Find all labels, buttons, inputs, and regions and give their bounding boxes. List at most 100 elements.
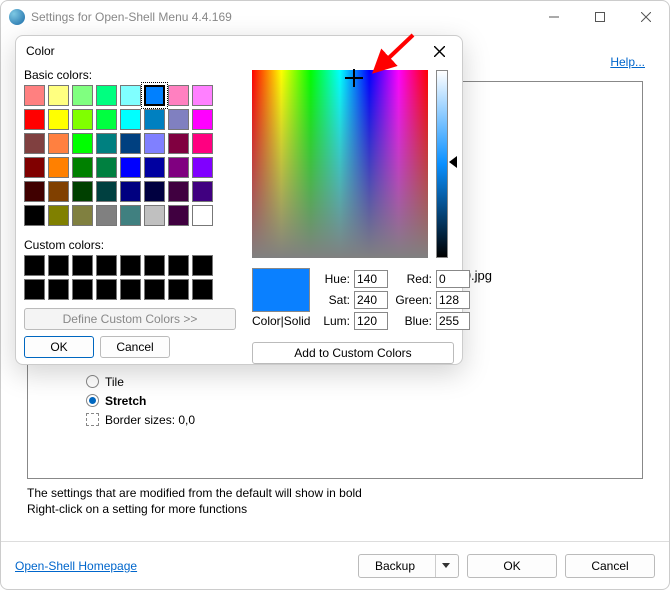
radio-tile[interactable]: Tile (86, 372, 195, 391)
dialog-close-button[interactable] (426, 38, 452, 64)
color-swatch[interactable] (48, 205, 69, 226)
color-dialog: Color Basic colors: Custom colors: Defin… (15, 35, 463, 365)
color-swatch[interactable] (72, 109, 93, 130)
color-swatch[interactable] (120, 205, 141, 226)
custom-swatch[interactable] (192, 255, 213, 276)
radio-icon (86, 375, 99, 388)
color-swatch[interactable] (144, 109, 165, 130)
luminance-slider[interactable] (436, 70, 448, 258)
custom-swatch[interactable] (24, 255, 45, 276)
radio-label: Stretch (105, 394, 146, 408)
color-swatch[interactable] (144, 133, 165, 154)
backup-button[interactable]: Backup (358, 554, 459, 578)
color-swatch[interactable] (120, 157, 141, 178)
border-label: Border sizes: 0,0 (105, 413, 195, 427)
color-swatch[interactable] (48, 85, 69, 106)
color-values: Hue: Red: Sat: Green: Lum: Blue: (318, 270, 470, 330)
radio-stretch[interactable]: Stretch (86, 391, 195, 410)
color-swatch[interactable] (24, 205, 45, 226)
homepage-link[interactable]: Open-Shell Homepage (15, 559, 350, 573)
custom-swatch[interactable] (48, 255, 69, 276)
footer-note: The settings that are modified from the … (27, 485, 643, 517)
add-to-custom-button[interactable]: Add to Custom Colors (252, 342, 454, 364)
color-swatch[interactable] (168, 109, 189, 130)
maximize-button[interactable] (577, 1, 623, 33)
help-link[interactable]: Help... (610, 55, 645, 69)
color-swatch[interactable] (72, 157, 93, 178)
color-swatch[interactable] (96, 181, 117, 202)
define-custom-button[interactable]: Define Custom Colors >> (24, 308, 236, 330)
color-swatch[interactable] (120, 181, 141, 202)
color-swatch[interactable] (48, 181, 69, 202)
color-swatch[interactable] (120, 109, 141, 130)
hue-field[interactable] (354, 270, 388, 288)
color-swatch[interactable] (72, 205, 93, 226)
color-swatch[interactable] (96, 205, 117, 226)
basic-colors-grid (24, 85, 216, 226)
color-swatch[interactable] (144, 205, 165, 226)
color-swatch[interactable] (96, 85, 117, 106)
green-field[interactable] (436, 291, 470, 309)
color-swatch[interactable] (96, 109, 117, 130)
color-swatch[interactable] (144, 181, 165, 202)
radio-label: Tile (105, 375, 124, 389)
color-swatch[interactable] (192, 181, 213, 202)
color-swatch[interactable] (24, 157, 45, 178)
color-swatch[interactable] (72, 85, 93, 106)
custom-swatch[interactable] (48, 279, 69, 300)
color-swatch[interactable] (192, 85, 213, 106)
custom-swatch[interactable] (120, 279, 141, 300)
color-preview-box (252, 268, 310, 312)
color-swatch[interactable] (96, 133, 117, 154)
custom-swatch[interactable] (168, 279, 189, 300)
blue-field[interactable] (436, 312, 470, 330)
close-button[interactable] (623, 1, 669, 33)
color-swatch[interactable] (24, 109, 45, 130)
custom-swatch[interactable] (72, 255, 93, 276)
color-swatch[interactable] (144, 157, 165, 178)
sat-field[interactable] (354, 291, 388, 309)
color-swatch[interactable] (24, 133, 45, 154)
cancel-button[interactable]: Cancel (565, 554, 655, 578)
color-swatch[interactable] (48, 109, 69, 130)
dialog-ok-button[interactable]: OK (24, 336, 94, 358)
color-swatch[interactable] (168, 181, 189, 202)
color-swatch[interactable] (72, 133, 93, 154)
dialog-title: Color (26, 44, 426, 58)
custom-swatch[interactable] (144, 255, 165, 276)
color-swatch[interactable] (48, 133, 69, 154)
color-swatch[interactable] (192, 157, 213, 178)
color-swatch[interactable] (192, 133, 213, 154)
color-swatch[interactable] (192, 109, 213, 130)
color-swatch[interactable] (168, 205, 189, 226)
color-swatch[interactable] (48, 157, 69, 178)
red-field[interactable] (436, 270, 470, 288)
color-swatch[interactable] (24, 85, 45, 106)
custom-swatch[interactable] (72, 279, 93, 300)
color-swatch[interactable] (120, 133, 141, 154)
custom-swatch[interactable] (144, 279, 165, 300)
custom-swatch[interactable] (96, 279, 117, 300)
dialog-cancel-button[interactable]: Cancel (100, 336, 170, 358)
color-swatch[interactable] (168, 157, 189, 178)
color-swatch[interactable] (144, 85, 165, 106)
custom-swatch[interactable] (168, 255, 189, 276)
color-swatch[interactable] (72, 181, 93, 202)
color-swatch[interactable] (168, 133, 189, 154)
spectrum-picker[interactable] (252, 70, 428, 258)
custom-swatch[interactable] (24, 279, 45, 300)
custom-swatch[interactable] (96, 255, 117, 276)
custom-swatch[interactable] (120, 255, 141, 276)
color-swatch[interactable] (168, 85, 189, 106)
custom-colors-grid (24, 255, 216, 300)
border-icon (86, 413, 99, 426)
color-swatch[interactable] (24, 181, 45, 202)
ok-button[interactable]: OK (467, 554, 557, 578)
minimize-button[interactable] (531, 1, 577, 33)
border-sizes-row[interactable]: Border sizes: 0,0 (86, 410, 195, 429)
color-swatch[interactable] (192, 205, 213, 226)
color-swatch[interactable] (120, 85, 141, 106)
lum-field[interactable] (354, 312, 388, 330)
color-swatch[interactable] (96, 157, 117, 178)
custom-swatch[interactable] (192, 279, 213, 300)
